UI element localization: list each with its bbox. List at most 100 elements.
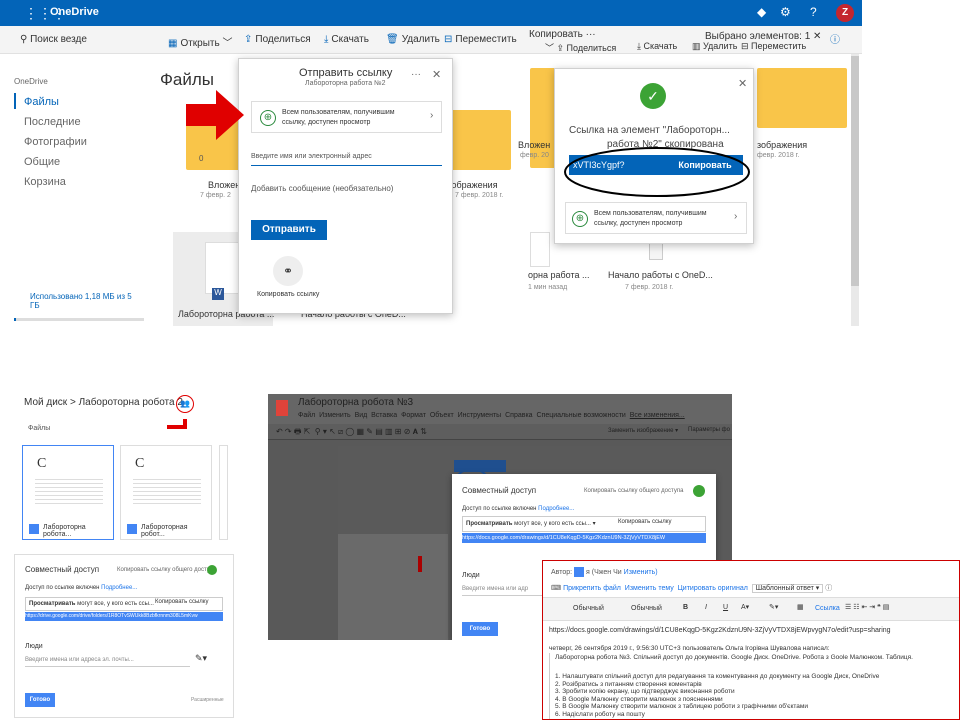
file-name[interactable]: Вложен [518, 140, 550, 150]
copy-button[interactable]: Копировать ··· [529, 29, 596, 40]
menu-file[interactable]: Файл [298, 412, 315, 419]
file-date: февр. 20 [520, 152, 549, 159]
menu-format[interactable]: Формат [401, 412, 426, 419]
close-icon[interactable]: ✕ [432, 68, 441, 81]
copy-link-button[interactable]: Копировать ссылку [618, 519, 671, 525]
breadcrumb-folder[interactable]: Лабороторна робота 2 [79, 397, 183, 408]
send-button[interactable]: Отправить [251, 220, 327, 240]
gear-icon[interactable]: ⚙ [780, 5, 791, 19]
menu-tools[interactable]: Инструменты [458, 412, 502, 419]
done-button[interactable]: Готово [462, 622, 498, 636]
more-options-icon[interactable]: ··· [411, 69, 421, 80]
copy-link-label[interactable]: Копировать ссылку [257, 291, 319, 298]
replace-image-button[interactable]: Заменить изображение ▾ [608, 427, 678, 434]
delete-button[interactable]: 🗑 Удалить [386, 34, 440, 45]
list-icons[interactable]: ☰ ☷ ⇤ ⇥ ❝ ▤ [845, 603, 889, 611]
menu-accessibility[interactable]: Специальные возможности [536, 412, 625, 419]
format-options-button[interactable]: Параметры фо [688, 427, 730, 433]
copied-line-1: Ссылка на элемент "Лабороторн... [569, 125, 730, 136]
nav-photos[interactable]: Фотографии [24, 136, 87, 148]
share-url[interactable]: https://docs.google.com/drawings/d/1CU8e… [462, 533, 706, 543]
menu-help[interactable]: Справка [505, 412, 532, 419]
nav-shared[interactable]: Общие [24, 156, 60, 168]
close-icon[interactable]: ✕ [738, 77, 747, 90]
move-button-2[interactable]: ⊟ Переместить [741, 41, 806, 52]
edit-permission-icon[interactable]: ✎▾ [195, 653, 207, 664]
globe-icon: ⊕ [260, 110, 276, 126]
onedrive-brand[interactable]: OneDrive [50, 6, 99, 18]
advanced-link[interactable]: Расширенные [191, 697, 224, 703]
info-icon[interactable]: ⓘ [830, 31, 840, 46]
menu-view[interactable]: Вид [355, 412, 368, 419]
attach-file-link[interactable]: Прикрепить файл [563, 585, 621, 592]
done-button[interactable]: Готово [25, 693, 55, 707]
font-color-icon[interactable]: A▾ [741, 603, 749, 611]
nav-files[interactable]: Файлы [24, 96, 59, 108]
folder-tile[interactable] [757, 68, 847, 128]
link-permission-button[interactable]: ⊕ Всем пользователям, получившим ссылку,… [565, 202, 747, 234]
copy-share-link[interactable]: Копировать ссылку общего доступа [117, 567, 216, 573]
quote-original-link[interactable]: Цитировать оригинал [678, 585, 748, 592]
copy-share-link[interactable]: Копировать ссылку общего доступа [584, 488, 683, 494]
share-button-2[interactable]: ﹀ ⇪ Поделиться [545, 41, 616, 54]
search-box[interactable]: ⚲ Поиск везде [20, 34, 87, 45]
menu-object[interactable]: Объект [430, 412, 454, 419]
document-title[interactable]: Лабороторна робота №3 [298, 397, 413, 408]
recipient-input[interactable]: Введите имя или электронный адрес [251, 153, 372, 160]
doc-thumbnail: C [135, 456, 145, 471]
italic-icon[interactable]: I [705, 604, 707, 611]
link-icon[interactable] [693, 485, 705, 497]
file-name[interactable]: зображения [757, 140, 807, 150]
nav-recycle[interactable]: Корзина [24, 176, 66, 188]
help-icon[interactable]: ? [810, 5, 817, 19]
people-label: Люди [462, 572, 480, 579]
diamond-icon[interactable]: ◆ [757, 5, 766, 19]
highlight-icon[interactable]: ✎▾ [769, 603, 778, 611]
menu-insert[interactable]: Вставка [371, 412, 397, 419]
open-button[interactable]: ▦ Открыть ﹀ [168, 34, 233, 49]
download-button[interactable]: ⤓ Скачать [324, 34, 369, 45]
file-name[interactable]: Начало работы с OneD... [608, 270, 713, 280]
delete-button-2[interactable]: ▥ Удалить [692, 41, 737, 52]
permission-line-2: ссылку, доступен просмотр [594, 220, 683, 227]
help-icon[interactable]: ⓘ [825, 585, 832, 592]
bold-icon[interactable]: B [683, 604, 688, 611]
share-people-icon[interactable]: 👥 [176, 395, 194, 413]
people-input[interactable]: Введите имена или адреса эл. почты... [25, 653, 190, 667]
file-card[interactable]: C Лабороторна робота... [22, 445, 114, 540]
link-icon[interactable]: ⚭ [273, 256, 303, 286]
change-author-link[interactable]: Изменить) [624, 569, 658, 576]
font-style-select[interactable]: Обычный [631, 605, 662, 612]
avatar[interactable]: Z [836, 4, 854, 22]
canned-reply-select[interactable]: Шаблонный ответ ▾ [751, 584, 824, 593]
storage-usage[interactable]: Использовано 1,18 МБ из 5 ГБ [30, 292, 140, 310]
doc-text-lines [133, 476, 201, 506]
link-button[interactable]: Ссылка [815, 605, 840, 612]
change-subject-link[interactable]: Изменить тему [625, 585, 674, 592]
menu-all-changes[interactable]: Все изменения... [630, 412, 685, 419]
underline-icon[interactable]: U [723, 604, 728, 611]
breadcrumb-root[interactable]: Мой диск [24, 397, 67, 408]
file-name[interactable]: орна работа ... [528, 270, 590, 280]
copy-link-button[interactable]: Копировать ссылку [155, 599, 208, 605]
share-button[interactable]: ⇪ Поделиться [244, 34, 311, 45]
list-item: 1. Налаштувати спільний доступ для редаг… [555, 673, 880, 680]
message-input[interactable]: Добавить сообщение (необязательно) [251, 184, 393, 193]
author-row: Автор: я (Чжен Чи Изменить) [551, 567, 658, 577]
avatar [574, 567, 585, 577]
download-button-2[interactable]: ⤓ Скачать [637, 41, 677, 52]
file-card[interactable]: C Лабороторная робот... [120, 445, 212, 540]
file-name[interactable]: Вложен [208, 180, 240, 190]
scrollbar[interactable] [851, 54, 859, 326]
link-permission-button[interactable]: ⊕ Всем пользователям, получившим ссылку,… [251, 101, 442, 133]
canvas-thumbnail [338, 534, 448, 640]
share-url[interactable]: https://drive.google.com/drive/folders/1… [25, 612, 223, 621]
menu-edit[interactable]: Изменить [319, 412, 351, 419]
paragraph-style-select[interactable]: Обычный [573, 605, 604, 612]
move-button[interactable]: ⊟ Переместить [444, 34, 517, 45]
toolbar-icons[interactable]: ↶ ↷ 🖶 ⇱ ⚲ ▾ ↖ ⧄ ◯ ▦ ✎ ▤ ▥ ⊞ ⊘ 𝗔 ⇅ [276, 426, 427, 440]
image-icon[interactable]: ▦ [797, 603, 804, 611]
nav-recent[interactable]: Последние [24, 116, 81, 128]
people-input[interactable]: Введите имена или адр [462, 582, 542, 596]
link-icon[interactable] [207, 565, 217, 575]
